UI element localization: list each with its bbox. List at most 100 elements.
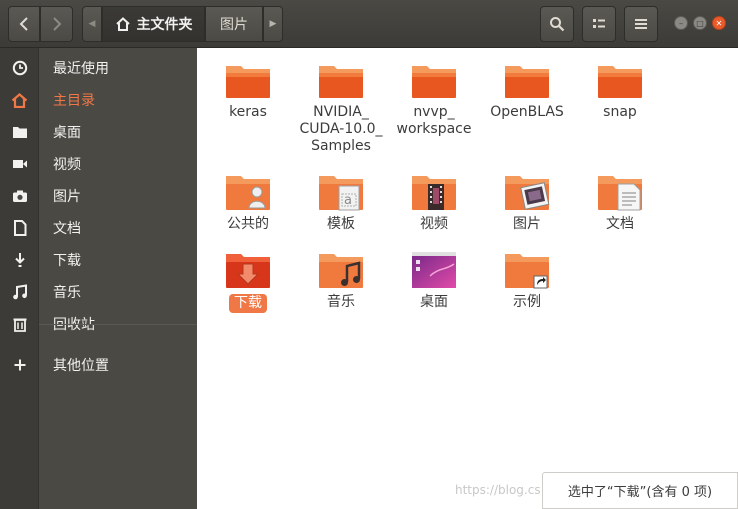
sidebar-item-label: 下载 — [53, 253, 81, 269]
chevron-right-icon — [52, 17, 61, 31]
sidebar-item-label: 最近使用 — [53, 61, 109, 77]
search-button[interactable] — [540, 6, 574, 42]
folder-pictures[interactable]: 图片 — [482, 172, 572, 233]
close-button[interactable]: ✕ — [712, 16, 726, 30]
folder-label: snap — [603, 104, 637, 120]
sidebar-item-label: 其他位置 — [53, 358, 109, 374]
folder-icon — [598, 66, 642, 98]
documents-folder-icon — [598, 176, 642, 211]
sidebar-item-recent[interactable]: 最近使用 — [0, 54, 197, 82]
sidebar-item-documents[interactable]: 文档 — [0, 214, 197, 242]
breadcrumb-home[interactable]: 主文件夹 — [102, 6, 205, 42]
templates-folder-icon: a — [319, 176, 363, 211]
downloads-folder-icon — [226, 254, 270, 288]
trash-icon — [0, 316, 39, 332]
sidebar-item-other-locations[interactable]: 其他位置 — [0, 351, 197, 379]
folder-label: 音乐 — [327, 294, 355, 310]
folder-openblas[interactable]: OpenBLAS — [482, 62, 572, 121]
document-icon — [0, 220, 39, 236]
minimize-icon: – — [679, 18, 683, 28]
download-icon — [0, 252, 39, 268]
hamburger-icon — [635, 19, 647, 29]
back-button[interactable] — [8, 6, 40, 42]
home-icon — [0, 92, 39, 108]
triangle-left-icon: ◀ — [88, 19, 96, 29]
view-options-button[interactable] — [582, 6, 616, 42]
music-icon — [0, 284, 39, 300]
folder-label: 图片 — [513, 216, 541, 232]
triangle-right-icon: ▶ — [269, 19, 277, 29]
sidebar-item-label: 桌面 — [53, 125, 81, 141]
folder-label: 视频 — [420, 216, 448, 232]
clock-icon — [0, 60, 39, 76]
folder-music[interactable]: 音乐 — [296, 250, 386, 311]
sidebar-item-label: 音乐 — [53, 285, 81, 301]
list-view-icon — [593, 19, 605, 28]
selection-status-text: 选中了“下载”(含有 0 项) — [567, 485, 713, 500]
minimize-button[interactable]: – — [674, 16, 688, 30]
folder-public[interactable]: 公共的 — [203, 172, 293, 233]
sidebar-item-label: 主目录 — [53, 93, 95, 109]
breadcrumb-pictures[interactable]: 图片 — [205, 6, 263, 42]
folder-icon — [505, 66, 549, 98]
folder-keras[interactable]: keras — [203, 62, 293, 121]
menu-button[interactable] — [624, 6, 658, 42]
folder-documents[interactable]: 文档 — [575, 172, 665, 233]
maximize-icon: □ — [696, 18, 704, 28]
header-bar: ◀ 主文件夹 图片 ▶ – □ ✕ — [0, 0, 738, 48]
watermark-text: https://blog.cs — [455, 483, 541, 497]
sidebar-item-desktop[interactable]: 桌面 — [0, 118, 197, 146]
plus-icon — [0, 359, 39, 371]
sidebar-item-downloads[interactable]: 下载 — [0, 246, 197, 274]
folder-videos[interactable]: 视频 — [389, 172, 479, 233]
folder-label: OpenBLAS — [490, 104, 564, 120]
sidebar: 最近使用 主目录 桌面 视频 图片 文档 下载 音乐 回收站 其他位置 — [0, 48, 197, 509]
sidebar-item-label: 图片 — [53, 189, 81, 205]
selection-status: 选中了“下载”(含有 0 项) — [542, 472, 738, 509]
sidebar-item-videos[interactable]: 视频 — [0, 150, 197, 178]
music-folder-icon — [319, 254, 363, 288]
folder-label: 示例 — [513, 294, 541, 310]
sidebar-separator — [39, 324, 197, 325]
maximize-button[interactable]: □ — [693, 16, 707, 30]
folder-desktop[interactable]: 桌面 — [389, 250, 479, 311]
public-folder-icon — [226, 176, 270, 210]
folder-label: 下载 — [229, 294, 267, 313]
folder-label: 桌面 — [420, 294, 448, 310]
folder-snap[interactable]: snap — [575, 62, 665, 121]
pictures-folder-icon — [505, 176, 550, 210]
close-icon: ✕ — [715, 18, 723, 28]
folder-nvidia-cuda-samples[interactable]: NVIDIA_ CUDA-10.0_ Samples — [296, 62, 386, 155]
folder-label: nvvp_ workspace — [396, 104, 472, 137]
desktop-folder-icon — [412, 252, 456, 288]
folder-label: NVIDIA_ CUDA-10.0_ Samples — [299, 104, 383, 154]
folder-label: 公共的 — [227, 216, 269, 232]
folder-icon — [226, 66, 270, 98]
folder-icon — [0, 125, 39, 139]
forward-button[interactable] — [40, 6, 73, 42]
camera-icon — [0, 189, 39, 203]
folder-examples[interactable]: 示例 — [482, 250, 572, 311]
sidebar-item-label: 视频 — [53, 157, 81, 173]
breadcrumb-pictures-label: 图片 — [220, 17, 248, 33]
breadcrumb-scroll-left[interactable]: ◀ — [82, 6, 102, 42]
home-icon — [115, 17, 130, 31]
sidebar-item-label: 文档 — [53, 221, 81, 237]
folder-nvvp-workspace[interactable]: nvvp_ workspace — [389, 62, 479, 138]
examples-folder-icon — [505, 254, 549, 289]
sidebar-item-home[interactable]: 主目录 — [0, 86, 197, 114]
breadcrumb-scroll-right[interactable]: ▶ — [263, 6, 283, 42]
folder-label: 模板 — [327, 216, 355, 232]
folder-downloads[interactable]: 下载 — [203, 250, 293, 313]
breadcrumb-home-label: 主文件夹 — [136, 17, 193, 33]
folder-label: 文档 — [606, 216, 634, 232]
sidebar-item-music[interactable]: 音乐 — [0, 278, 197, 306]
videos-folder-icon — [412, 176, 456, 210]
video-icon — [0, 158, 39, 170]
sidebar-item-pictures[interactable]: 图片 — [0, 182, 197, 210]
folder-icon — [319, 66, 363, 98]
file-view[interactable]: keras NVIDIA_ CUDA-10.0_ Samples nvvp_ w… — [197, 48, 738, 509]
chevron-left-icon — [19, 17, 28, 31]
search-icon — [550, 17, 565, 32]
folder-templates[interactable]: a 模板 — [296, 172, 386, 233]
